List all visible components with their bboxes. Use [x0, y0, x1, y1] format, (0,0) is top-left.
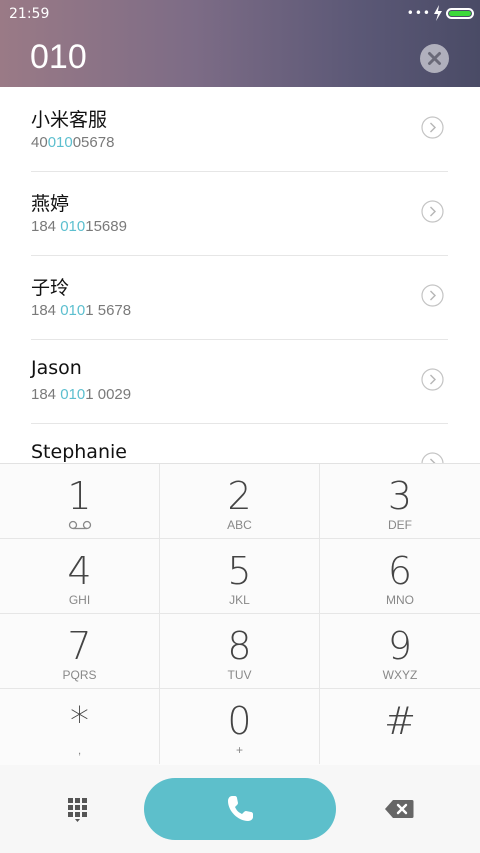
contact-name: 小米客服 [31, 109, 108, 131]
key-digit: 4 [67, 549, 92, 593]
phone-icon [228, 796, 253, 821]
key-letters: ABC [227, 518, 252, 532]
key-9[interactable]: 9 WXYZ [320, 614, 480, 689]
status-time: 21:59 [9, 6, 50, 22]
key-digit: * [70, 699, 89, 743]
key-letters: TUV [227, 668, 252, 682]
battery-icon [446, 8, 474, 19]
key-6[interactable]: 6 MNO [320, 539, 480, 614]
dialpad: 1 2 ABC 3 DEF 4 GHI 5 JKL 6 MNO 7 PQRS 8… [0, 463, 480, 766]
chevron-right-icon[interactable] [421, 368, 444, 391]
key-digit: 6 [387, 549, 413, 593]
chevron-right-icon[interactable] [421, 284, 444, 307]
key-3[interactable]: 3 DEF [320, 464, 480, 539]
key-2[interactable]: 2 ABC [160, 464, 320, 539]
key-7[interactable]: 7 PQRS [0, 614, 160, 689]
contact-name: 燕婷 [31, 193, 70, 215]
contact-row[interactable]: Jason 184 0101 0029 [31, 339, 448, 424]
key-digit: 8 [227, 624, 252, 668]
key-letters: , [77, 743, 82, 757]
chevron-right-icon[interactable] [421, 452, 444, 463]
key-5[interactable]: 5 JKL [160, 539, 320, 614]
contact-row[interactable]: Stephanie [31, 423, 448, 463]
call-button[interactable] [144, 778, 336, 840]
contact-name: 子玲 [31, 277, 70, 299]
key-digit: 3 [387, 474, 413, 518]
contact-row[interactable]: 燕婷 184 01015689 [31, 171, 448, 256]
charging-icon [434, 5, 442, 21]
key-digit: 1 [67, 474, 92, 518]
dialpad-icon[interactable] [67, 797, 93, 823]
clear-icon [428, 52, 441, 65]
key-letters: MNO [386, 593, 414, 607]
key-letters: JKL [229, 593, 250, 607]
key-letters: + [235, 743, 243, 757]
chevron-right-icon[interactable] [421, 200, 444, 223]
contact-name: Stephanie [31, 441, 127, 463]
key-1[interactable]: 1 [0, 464, 160, 539]
key-hash[interactable]: # [320, 689, 480, 764]
key-digit: 5 [227, 549, 252, 593]
key-letters: WXYZ [382, 668, 418, 682]
clear-button[interactable] [420, 44, 449, 73]
voicemail-icon [68, 520, 92, 530]
contact-name: Jason [31, 357, 82, 379]
contact-number: 184 0101 0029 [31, 386, 132, 403]
key-digit: 0 [227, 699, 252, 743]
contact-row[interactable]: 子玲 184 0101 5678 [31, 255, 448, 340]
contact-number: 184 0101 5678 [31, 302, 132, 319]
key-0[interactable]: 0 + [160, 689, 320, 764]
backspace-icon[interactable] [384, 799, 414, 819]
header: 21:59 ••• 010 [0, 0, 480, 87]
key-digit: 2 [227, 474, 252, 518]
contact-row[interactable]: 小米客服 4001005678 [31, 87, 448, 172]
contact-number: 184 01015689 [31, 218, 127, 235]
key-letters: DEF [388, 518, 412, 532]
key-digit: 7 [67, 624, 92, 668]
action-bar [0, 765, 480, 853]
key-letters: PQRS [62, 668, 97, 682]
contact-number: 4001005678 [31, 134, 115, 151]
key-letters: GHI [68, 593, 91, 607]
key-4[interactable]: 4 GHI [0, 539, 160, 614]
dialed-number: 010 [30, 38, 87, 76]
key-digit: # [384, 699, 416, 743]
key-star[interactable]: * , [0, 689, 160, 764]
moon-icon [364, 10, 408, 74]
contact-list[interactable]: 小米客服 4001005678 燕婷 184 01015689 子玲 184 0… [0, 87, 480, 463]
key-digit: 9 [387, 624, 413, 668]
key-8[interactable]: 8 TUV [160, 614, 320, 689]
chevron-right-icon[interactable] [421, 116, 444, 139]
